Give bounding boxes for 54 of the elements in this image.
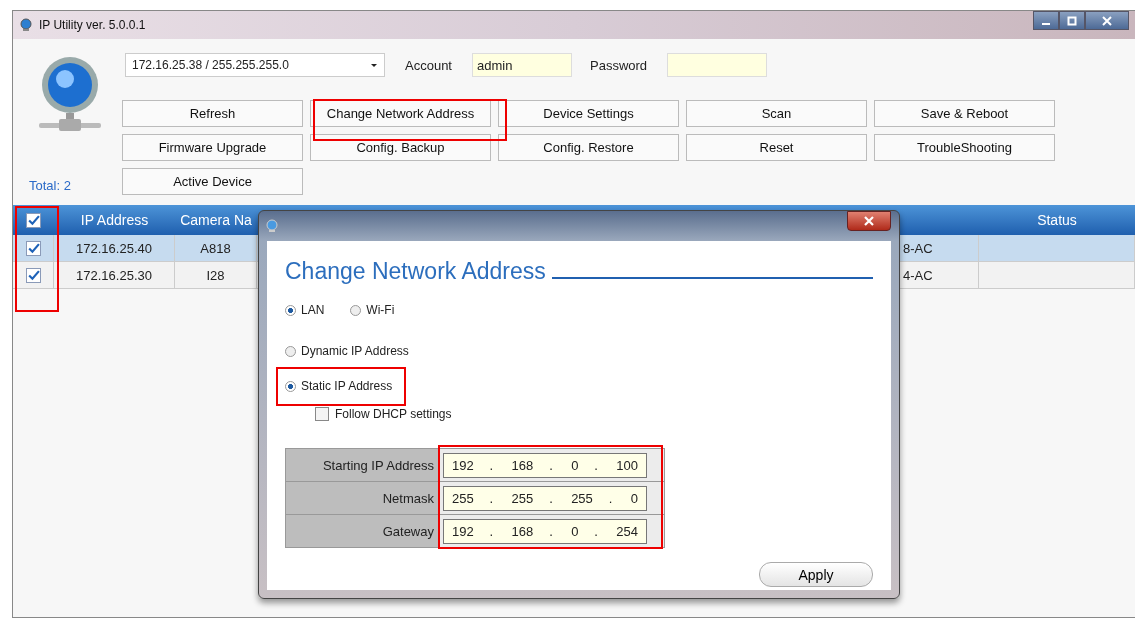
close-icon <box>1102 15 1112 26</box>
close-icon <box>864 216 874 226</box>
password-label: Password <box>590 57 648 73</box>
close-button[interactable] <box>847 211 891 231</box>
toolbar-button[interactable]: Config. Restore <box>498 134 679 161</box>
radio-option[interactable]: LAN <box>285 302 325 318</box>
radio-option[interactable]: Dynamic IP Address <box>285 343 409 359</box>
dhcp-checkbox[interactable]: Follow DHCP settings <box>315 406 452 422</box>
account-field[interactable]: admin <box>472 53 572 77</box>
toolbar-button[interactable]: Reset <box>686 134 867 161</box>
app-icon <box>19 18 33 32</box>
apply-button[interactable]: Apply <box>759 562 873 587</box>
row-checkbox[interactable] <box>25 267 41 283</box>
column-header[interactable]: IP Address <box>80 212 149 228</box>
minimize-icon <box>1042 22 1050 25</box>
app-icon <box>265 219 279 233</box>
dialog-heading: Change Network Address <box>285 257 546 285</box>
table-cell: A818 <box>200 240 231 256</box>
table-cell: I28 <box>206 267 225 283</box>
field-label: Netmask <box>382 490 434 506</box>
field-label: Starting IP Address <box>322 457 434 473</box>
maximize-icon <box>1067 15 1077 26</box>
account-label: Account <box>405 57 452 73</box>
column-header[interactable]: Status <box>1037 212 1077 228</box>
table-cell: 172.16.25.40 <box>76 240 152 256</box>
column-header[interactable]: Camera Na <box>180 212 252 228</box>
toolbar-button[interactable]: TroubleShooting <box>874 134 1055 161</box>
toolbar-button[interactable]: Device Settings <box>498 100 679 127</box>
ip-address-field[interactable]: 192 . 168 . 0 . 100 <box>443 452 647 478</box>
toolbar-button[interactable]: Active Device <box>122 168 303 195</box>
ip-address-field[interactable]: 192 . 168 . 0 . 254 <box>443 518 647 544</box>
field-label: Gateway <box>382 523 434 539</box>
table-cell: 4-AC <box>903 267 933 283</box>
adapter-dropdown[interactable]: 172.16.25.38 / 255.255.255.0 <box>125 53 385 77</box>
toolbar-button[interactable]: Config. Backup <box>310 134 491 161</box>
window-title: IP Utility ver. 5.0.0.1 <box>39 18 146 32</box>
table-cell: 172.16.25.30 <box>76 267 152 283</box>
toolbar-button[interactable]: Scan <box>686 100 867 127</box>
caret-icon <box>370 61 378 69</box>
toolbar-button[interactable]: Save & Reboot <box>874 100 1055 127</box>
maximize-button[interactable] <box>1059 11 1085 30</box>
table-cell: 8-AC <box>903 240 933 256</box>
row-checkbox[interactable] <box>25 240 41 256</box>
radio-option[interactable]: Wi-Fi <box>350 302 395 318</box>
password-field[interactable] <box>667 53 768 77</box>
close-button[interactable] <box>1085 11 1129 30</box>
total-count: Total: 2 <box>29 178 71 193</box>
radio-option[interactable]: Static IP Address <box>285 378 393 394</box>
select-all-checkbox[interactable] <box>26 212 41 228</box>
minimize-button[interactable] <box>1033 11 1059 30</box>
toolbar-button[interactable]: Firmware Upgrade <box>122 134 303 161</box>
ip-address-field[interactable]: 255 . 255 . 255 . 0 <box>443 485 647 511</box>
toolbar-button[interactable]: Change Network Address <box>310 100 491 127</box>
toolbar-button[interactable]: Refresh <box>122 100 303 127</box>
